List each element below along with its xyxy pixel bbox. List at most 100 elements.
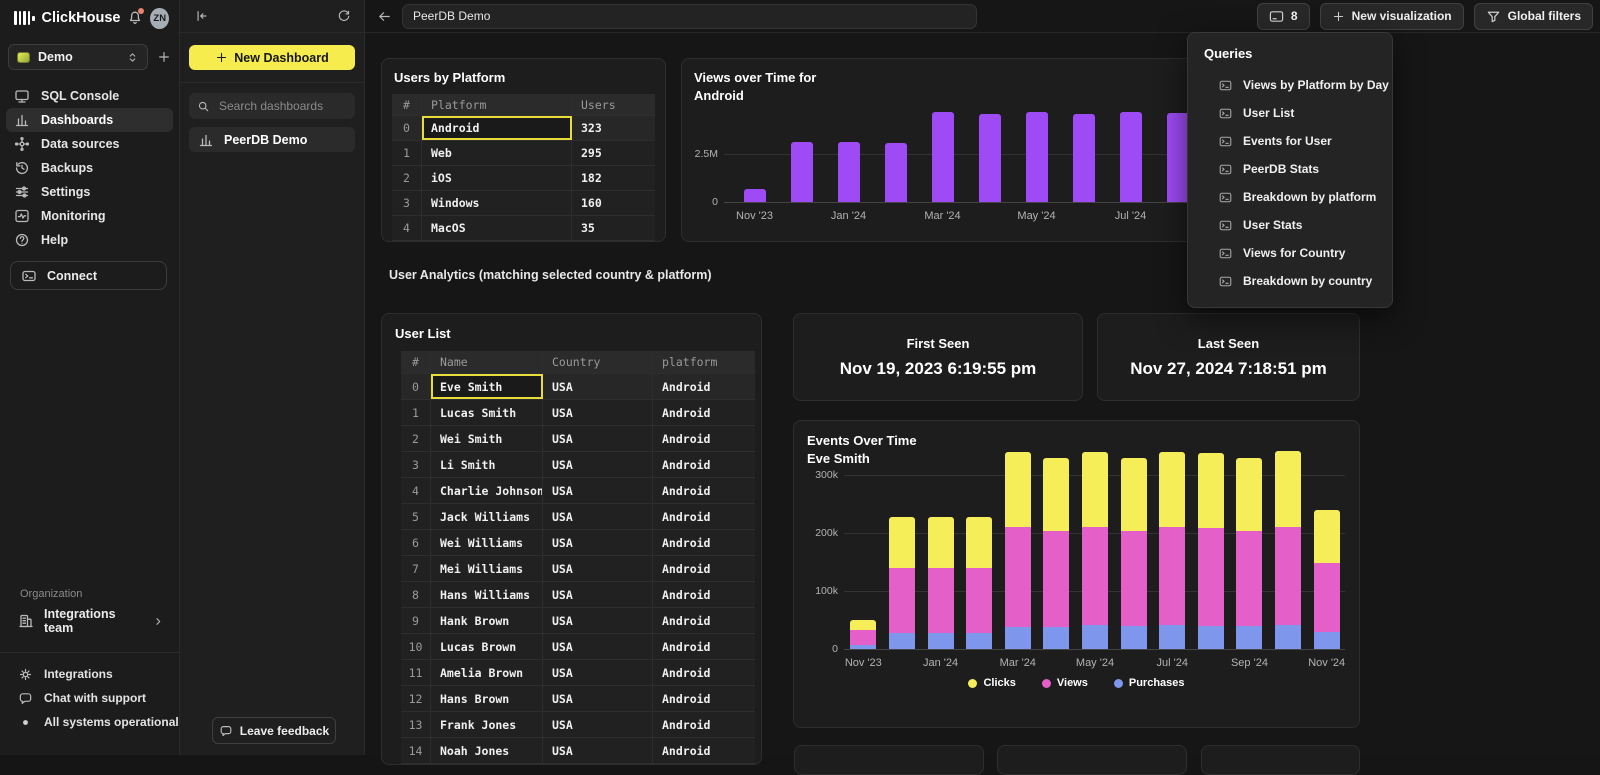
- notifications-bell-icon[interactable]: [127, 10, 143, 26]
- query-item-breakdown-by-country[interactable]: Breakdown by country: [1188, 267, 1392, 295]
- table-cell[interactable]: Lucas Brown: [431, 634, 543, 659]
- table-row[interactable]: 5Jack WilliamsUSAAndroid: [401, 504, 755, 530]
- chart-bar[interactable]: [1005, 452, 1031, 649]
- table-cell[interactable]: Charlie Johnson: [431, 478, 543, 503]
- table-cell[interactable]: 323: [572, 116, 655, 140]
- table-cell[interactable]: 5: [401, 504, 431, 529]
- table-cell[interactable]: MacOS: [422, 216, 572, 240]
- table-row[interactable]: 11Amelia BrownUSAAndroid: [401, 660, 755, 686]
- chart-bar[interactable]: [1026, 112, 1048, 202]
- table-cell[interactable]: 9: [401, 608, 431, 633]
- table-cell[interactable]: Noah Jones: [431, 738, 543, 763]
- query-item-events-for-user[interactable]: Events for User: [1188, 127, 1392, 155]
- table-cell[interactable]: 13: [401, 712, 431, 737]
- query-item-views-for-country[interactable]: Views for Country: [1188, 239, 1392, 267]
- table-cell[interactable]: Hans Brown: [431, 686, 543, 711]
- chart-bar[interactable]: [1120, 112, 1142, 202]
- new-dashboard-button[interactable]: New Dashboard: [189, 45, 355, 70]
- table-row[interactable]: 2iOS182: [392, 166, 655, 191]
- query-item-user-stats[interactable]: User Stats: [1188, 211, 1392, 239]
- table-row[interactable]: 4Charlie JohnsonUSAAndroid: [401, 478, 755, 504]
- table-cell[interactable]: 11: [401, 660, 431, 685]
- table-cell[interactable]: Android: [653, 426, 755, 451]
- sidebar-item-dashboards[interactable]: Dashboards: [6, 108, 173, 132]
- table-cell[interactable]: USA: [543, 582, 653, 607]
- table-cell[interactable]: USA: [543, 738, 653, 763]
- chart-bar[interactable]: [889, 517, 915, 649]
- table-row[interactable]: 4MacOS35: [392, 216, 655, 241]
- table-cell[interactable]: 3: [401, 452, 431, 477]
- table-cell[interactable]: Li Smith: [431, 452, 543, 477]
- query-item-breakdown-by-platform[interactable]: Breakdown by platform: [1188, 183, 1392, 211]
- table-cell[interactable]: Android: [653, 634, 755, 659]
- table-row[interactable]: 8Hans WilliamsUSAAndroid: [401, 582, 755, 608]
- table-cell[interactable]: 4: [392, 216, 422, 240]
- sidebar-item-data-sources[interactable]: Data sources: [6, 132, 173, 156]
- table-cell[interactable]: Android: [653, 556, 755, 581]
- table-row[interactable]: 14Noah JonesUSAAndroid: [401, 738, 755, 764]
- table-cell[interactable]: USA: [543, 478, 653, 503]
- chart-bar[interactable]: [1043, 458, 1069, 649]
- sidebar-item-settings[interactable]: Settings: [6, 180, 173, 204]
- dashboard-title-input[interactable]: [402, 4, 977, 29]
- search-input[interactable]: [217, 98, 376, 114]
- sidebar-item-monitoring[interactable]: Monitoring: [6, 204, 173, 228]
- refresh-icon[interactable]: [337, 9, 351, 23]
- collapse-panel-icon[interactable]: [195, 9, 209, 23]
- chart-bar[interactable]: [1314, 510, 1340, 649]
- table-cell[interactable]: Android: [653, 582, 755, 607]
- table-cell[interactable]: Frank Jones: [431, 712, 543, 737]
- table-cell[interactable]: Android: [653, 712, 755, 737]
- table-cell[interactable]: 2: [392, 166, 422, 190]
- table-cell[interactable]: Android: [653, 608, 755, 633]
- table-cell[interactable]: 1: [401, 400, 431, 425]
- table-row[interactable]: 13Frank JonesUSAAndroid: [401, 712, 755, 738]
- table-cell[interactable]: USA: [543, 452, 653, 477]
- table-row[interactable]: 3Li SmithUSAAndroid: [401, 452, 755, 478]
- chart-bar[interactable]: [966, 517, 992, 649]
- dashboard-item-peerdb-demo[interactable]: PeerDB Demo: [189, 127, 355, 152]
- legend-item-purchases[interactable]: Purchases: [1114, 677, 1185, 689]
- workspace-selector[interactable]: Demo: [8, 44, 148, 70]
- table-cell[interactable]: Android: [653, 400, 755, 425]
- global-filters-button[interactable]: Global filters: [1474, 3, 1593, 30]
- chart-bar[interactable]: [1073, 114, 1095, 202]
- query-item-user-list[interactable]: User List: [1188, 99, 1392, 127]
- table-cell[interactable]: USA: [543, 712, 653, 737]
- table-row[interactable]: 3Windows160: [392, 191, 655, 216]
- table-cell[interactable]: 35: [572, 216, 655, 240]
- back-icon[interactable]: [377, 9, 392, 24]
- dashboard-search[interactable]: [189, 93, 355, 119]
- table-cell[interactable]: Android: [653, 504, 755, 529]
- chart-bar[interactable]: [791, 142, 813, 202]
- query-item-views-by-platform-by-day[interactable]: Views by Platform by Day: [1188, 71, 1392, 99]
- table-cell[interactable]: iOS: [422, 166, 572, 190]
- table-cell[interactable]: Wei Williams: [431, 530, 543, 555]
- table-cell[interactable]: Hans Williams: [431, 582, 543, 607]
- table-cell[interactable]: Lucas Smith: [431, 400, 543, 425]
- table-row[interactable]: 1Lucas SmithUSAAndroid: [401, 400, 755, 426]
- table-cell[interactable]: Wei Smith: [431, 426, 543, 451]
- leave-feedback-button[interactable]: Leave feedback: [212, 717, 336, 744]
- sidebar-item-sql-console[interactable]: SQL Console: [6, 84, 173, 108]
- table-cell[interactable]: 10: [401, 634, 431, 659]
- chart-bar[interactable]: [1167, 113, 1189, 202]
- table-cell[interactable]: 1: [392, 141, 422, 165]
- chart-bar[interactable]: [838, 142, 860, 202]
- chart-bar[interactable]: [932, 112, 954, 202]
- column-header-[interactable]: #: [392, 94, 422, 115]
- table-cell[interactable]: Mei Williams: [431, 556, 543, 581]
- table-cell[interactable]: USA: [543, 400, 653, 425]
- table-cell[interactable]: USA: [543, 608, 653, 633]
- table-cell[interactable]: 14: [401, 738, 431, 763]
- table-cell[interactable]: USA: [543, 556, 653, 581]
- table-cell[interactable]: Android: [653, 660, 755, 685]
- table-cell[interactable]: Windows: [422, 191, 572, 215]
- chart-bar[interactable]: [1275, 451, 1301, 649]
- table-cell[interactable]: USA: [543, 426, 653, 451]
- table-row[interactable]: 6Wei WilliamsUSAAndroid: [401, 530, 755, 556]
- table-cell[interactable]: USA: [543, 660, 653, 685]
- table-cell[interactable]: Web: [422, 141, 572, 165]
- table-cell[interactable]: 7: [401, 556, 431, 581]
- chart-bar[interactable]: [1159, 452, 1185, 649]
